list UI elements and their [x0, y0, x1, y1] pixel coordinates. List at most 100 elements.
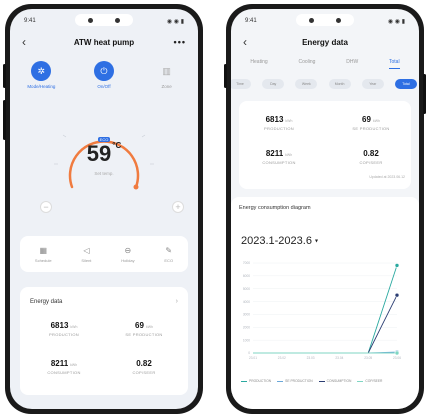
- se-production-unit: kWh: [372, 119, 380, 123]
- legend-item: CONSUMPTION: [318, 379, 352, 383]
- silent-button[interactable]: ◁ Silent: [81, 246, 91, 263]
- cop-value: 0.82: [363, 149, 379, 158]
- back-arrow-icon[interactable]: ‹: [243, 35, 247, 49]
- zone-button[interactable]: ▥ Zone: [142, 61, 192, 90]
- camera-icon: [115, 17, 120, 23]
- phone-frame-right: 9:41 ◉ ◉ ▮ ‹ Energy data Heating Cooling…: [224, 4, 426, 414]
- period-selector: Time Day Week Month Year Total: [231, 79, 417, 89]
- se-production-stat: 69 kWh SE PRODUCTION: [331, 115, 411, 131]
- tab-cooling[interactable]: Cooling: [298, 59, 315, 69]
- period-year[interactable]: Year: [361, 79, 384, 89]
- consumption-label: CONSUMPTION: [262, 160, 296, 165]
- status-time: 9:41: [24, 18, 36, 24]
- period-month[interactable]: Month: [328, 79, 351, 89]
- period-total[interactable]: Total: [394, 79, 417, 89]
- x-tick-label: 23.05: [364, 356, 372, 360]
- production-unit: kWh: [70, 325, 78, 329]
- legend-label: SE PRODUCTION: [285, 379, 313, 383]
- energy-stats-card: 6813 kWh PRODUCTION 69 kWh SE PRODUCTION 8…: [239, 101, 411, 189]
- camera-icon: [88, 17, 93, 23]
- holiday-label: Holiday: [121, 257, 135, 263]
- consumption-unit: kWh: [285, 153, 293, 157]
- se-production-value: 69: [135, 321, 144, 330]
- eco-label: ECO: [164, 257, 174, 263]
- consumption-value: 8211: [265, 149, 284, 158]
- tab-heating[interactable]: Heating: [250, 59, 267, 69]
- tab-total[interactable]: Total: [389, 59, 400, 69]
- power-button[interactable]: ⏻ On/Off: [79, 61, 129, 89]
- function-row: ▦ Schedule ◁ Silent ⊖ Holiday ✎ ECO: [20, 236, 188, 272]
- temperature-dial[interactable]: ECO 59°C Set temp. − +: [10, 109, 198, 229]
- y-tick-label: 0: [248, 351, 250, 355]
- status-icons: ◉ ◉ ▮: [387, 18, 405, 25]
- energy-line-chart: 0 1000 2000 3000 4000 5000 6000 7000 23.01 23.02 2…: [243, 261, 401, 360]
- schedule-label: Schedule: [34, 257, 52, 263]
- holiday-button[interactable]: ⊖ Holiday: [121, 246, 134, 263]
- legend-swatch: [357, 380, 364, 382]
- back-arrow-icon[interactable]: ‹: [22, 35, 26, 49]
- device-screen-right: 9:41 ◉ ◉ ▮ ‹ Energy data Heating Cooling…: [231, 9, 419, 409]
- decrease-temp-button[interactable]: −: [40, 201, 52, 213]
- legend-item: SE PRODUCTION: [277, 379, 313, 383]
- energy-chart-card: Energy consumption diagram 2023.1-2023.6…: [231, 197, 419, 409]
- data-point: [394, 350, 400, 356]
- period-week[interactable]: Week: [295, 79, 318, 89]
- se-production-stat: 69 kWh SE PRODUCTION: [104, 321, 184, 337]
- date-range-value: 2023.1-2023.6: [241, 235, 312, 247]
- status-icons: ◉ ◉ ▮: [166, 18, 184, 25]
- date-range-selector[interactable]: 2023.1-2023.6 ▾: [241, 235, 318, 247]
- zone-label: Zone: [161, 84, 172, 89]
- consumption-unit: kWh: [70, 363, 78, 367]
- power-label: On/Off: [97, 84, 111, 89]
- phone-frame-left: 9:41 ◉ ◉ ▮ ‹ ATW heat pump ••• ✲ Mode/He…: [3, 4, 203, 414]
- header-bar: ‹ Energy data: [231, 33, 419, 51]
- x-tick-label: 23.03: [307, 356, 315, 360]
- cop-stat: 0.82 COP/SEER: [104, 359, 184, 375]
- eco-icon: ✎: [165, 245, 173, 255]
- mode-icon: ✲: [31, 61, 52, 81]
- production-unit: kWh: [285, 119, 293, 123]
- consumption-label: CONSUMPTION: [47, 370, 81, 375]
- energy-card-title: Energy data: [30, 299, 63, 305]
- eco-button[interactable]: ✎ ECO: [164, 246, 173, 263]
- production-label: PRODUCTION: [49, 332, 79, 337]
- temperature-unit: °C: [112, 141, 122, 150]
- mode-label: Mode/Heating: [27, 84, 56, 89]
- cop-label: COP/SEER: [132, 370, 156, 375]
- legend-item: COP/SEER: [357, 379, 382, 383]
- current-temperature: 59°C: [10, 141, 198, 167]
- consumption-stat: 8211 kWh CONSUMPTION: [24, 359, 104, 375]
- y-tick-label: 5000: [243, 287, 250, 291]
- mode-controls: ✲ Mode/Heating ⏻ On/Off ▥ Zone: [10, 61, 198, 89]
- increase-temp-button[interactable]: +: [172, 201, 184, 213]
- more-options-icon[interactable]: •••: [174, 37, 186, 47]
- caret-down-icon: ▾: [315, 238, 319, 245]
- energy-data-card[interactable]: Energy data › 6813 kWh PRODUCTION 69 kWh S…: [20, 287, 188, 395]
- holiday-icon: ⊖: [124, 245, 132, 255]
- series-line: [253, 294, 398, 354]
- camera-icon: [309, 17, 314, 23]
- consumption-value: 8211: [50, 359, 69, 368]
- power-icon: ⏻: [93, 61, 114, 81]
- mode-heating-button[interactable]: ✲ Mode/Heating: [16, 61, 66, 89]
- se-production-unit: kWh: [145, 325, 153, 329]
- silent-icon: ◁: [83, 245, 90, 255]
- camera-icon: [336, 17, 341, 23]
- y-tick-label: 1000: [243, 338, 250, 342]
- legend-item: PRODUCTION: [241, 379, 271, 383]
- x-tick-label: 23.02: [278, 356, 286, 360]
- legend-label: CONSUMPTION: [326, 379, 352, 383]
- device-screen-left: 9:41 ◉ ◉ ▮ ‹ ATW heat pump ••• ✲ Mode/He…: [10, 9, 198, 409]
- tab-dhw[interactable]: DHW: [346, 59, 358, 69]
- schedule-button[interactable]: ▦ Schedule: [35, 246, 52, 263]
- cop-value: 0.82: [136, 359, 152, 368]
- production-value: 6813: [50, 321, 69, 330]
- set-temp-label: Set temp.: [94, 171, 114, 176]
- x-tick-label: 23.04: [335, 356, 343, 360]
- header-bar: ‹ ATW heat pump •••: [10, 33, 198, 51]
- period-time[interactable]: Time: [231, 79, 251, 89]
- production-stat: 6813 kWh PRODUCTION: [239, 115, 319, 131]
- mode-tabs: Heating Cooling DHW Total: [231, 59, 419, 69]
- period-day[interactable]: Day: [262, 79, 285, 89]
- camera-notch: [296, 14, 354, 26]
